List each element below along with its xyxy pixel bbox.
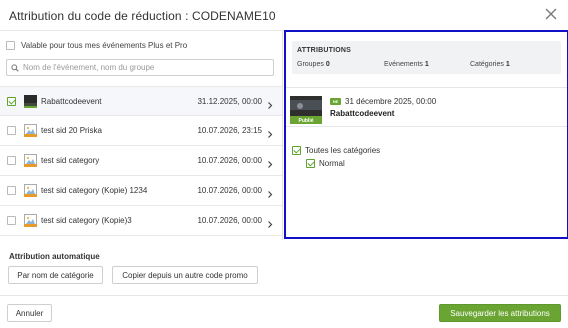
search-box[interactable] <box>6 59 274 76</box>
event-date: 31.12.2025, 00:00 <box>197 97 262 106</box>
category-option[interactable]: Normal <box>306 159 345 168</box>
event-checkbox[interactable] <box>7 216 16 225</box>
copy-from-promo-button[interactable]: Copier depuis un autre code promo <box>112 266 258 284</box>
event-row[interactable]: test sid category (Kopie) 1234 10.07.202… <box>0 176 282 206</box>
event-thumbnail <box>24 95 37 108</box>
category-all-option[interactable]: Toutes les catégories <box>292 146 380 155</box>
event-checkbox[interactable] <box>7 156 16 165</box>
groups-label: Groupes <box>297 61 324 68</box>
categories-stat: Catégories 1 <box>470 61 510 68</box>
event-row[interactable]: Rabattcodeevent 31.12.2025, 00:00 <box>0 86 282 116</box>
image-placeholder-icon <box>24 184 37 197</box>
event-checkbox[interactable] <box>7 126 16 135</box>
chevron-right-icon[interactable] <box>267 97 273 109</box>
events-label: Evénements <box>384 61 423 68</box>
selected-event-name: Rabattcodeevent <box>330 109 395 118</box>
chevron-right-icon[interactable] <box>267 126 273 138</box>
event-name: Rabattcodeevent <box>41 97 102 106</box>
groups-count: 0 <box>325 61 330 68</box>
event-row[interactable]: test sid category 10.07.2026, 00:00 <box>0 146 282 176</box>
categories-count: 1 <box>505 61 510 68</box>
all-categories-label: Toutes les catégories <box>305 146 381 155</box>
event-name: test sid category (Kopie)3 <box>41 216 132 225</box>
save-button[interactable]: Sauvegarder les attributions <box>439 304 561 322</box>
event-checkbox[interactable] <box>7 186 16 195</box>
attributions-summary: ATTRIBUTIONS Groupes 0 Evénements 1 Caté… <box>292 41 561 74</box>
chevron-right-icon[interactable] <box>267 216 273 228</box>
plus-pro-label: Valable pour tous mes événements Plus et… <box>21 41 188 50</box>
search-input[interactable] <box>23 63 263 72</box>
all-categories-checkbox[interactable] <box>292 146 301 155</box>
dialog-title: Attribution du code de réduction : CODEN… <box>9 9 276 23</box>
by-category-button[interactable]: Par nom de catégorie <box>8 266 103 284</box>
event-date: 10.07.2026, 00:00 <box>197 156 262 165</box>
attributions-panel: ATTRIBUTIONS Groupes 0 Evénements 1 Caté… <box>284 30 568 239</box>
plus-pro-checkbox[interactable] <box>6 41 15 50</box>
selected-event-date: 31 décembre 2025, 00:00 <box>345 97 437 106</box>
event-list: Rabattcodeevent 31.12.2025, 00:00 test s… <box>0 86 282 236</box>
event-row[interactable]: test sid category (Kopie)3 10.07.2026, 0… <box>0 206 282 236</box>
category-checkbox[interactable] <box>306 159 315 168</box>
category-label: Normal <box>319 159 345 168</box>
cancel-button[interactable]: Annuler <box>7 304 52 322</box>
event-date: 10.07.2026, 23:15 <box>197 126 262 135</box>
event-thumbnail: Publié <box>290 96 322 124</box>
search-icon <box>11 59 19 77</box>
event-name: test sid category (Kopie) 1234 <box>41 186 148 195</box>
close-icon[interactable] <box>544 7 558 21</box>
events-count: 1 <box>424 61 429 68</box>
attributions-title: ATTRIBUTIONS <box>297 47 351 54</box>
event-date: 10.07.2026, 00:00 <box>197 216 262 225</box>
plus-pro-option[interactable]: Valable pour tous mes événements Plus et… <box>6 41 187 50</box>
image-placeholder-icon <box>24 154 37 167</box>
event-list-panel: Valable pour tous mes événements Plus et… <box>0 31 283 240</box>
status-badge: Publié <box>298 118 313 124</box>
events-stat: Evénements 1 <box>384 61 429 68</box>
image-placeholder-icon <box>24 214 37 227</box>
categories-label: Catégories <box>470 61 504 68</box>
event-date: 10.07.2026, 00:00 <box>197 186 262 195</box>
event-name: test sid 20 Priska <box>41 126 102 135</box>
event-type-badge: HE <box>330 98 341 105</box>
event-name: test sid category <box>41 156 100 165</box>
auto-attribution-title: Attribution automatique <box>9 252 100 261</box>
groups-stat: Groupes 0 <box>297 61 330 68</box>
chevron-right-icon[interactable] <box>267 156 273 168</box>
chevron-right-icon[interactable] <box>267 186 273 198</box>
event-checkbox[interactable] <box>7 97 16 106</box>
footer-divider <box>0 295 568 296</box>
event-row[interactable]: test sid 20 Priska 10.07.2026, 23:15 <box>0 116 282 146</box>
image-placeholder-icon <box>24 124 37 137</box>
selected-event-card[interactable]: Publié HE 31 décembre 2025, 00:00 Rabatt… <box>286 87 567 127</box>
